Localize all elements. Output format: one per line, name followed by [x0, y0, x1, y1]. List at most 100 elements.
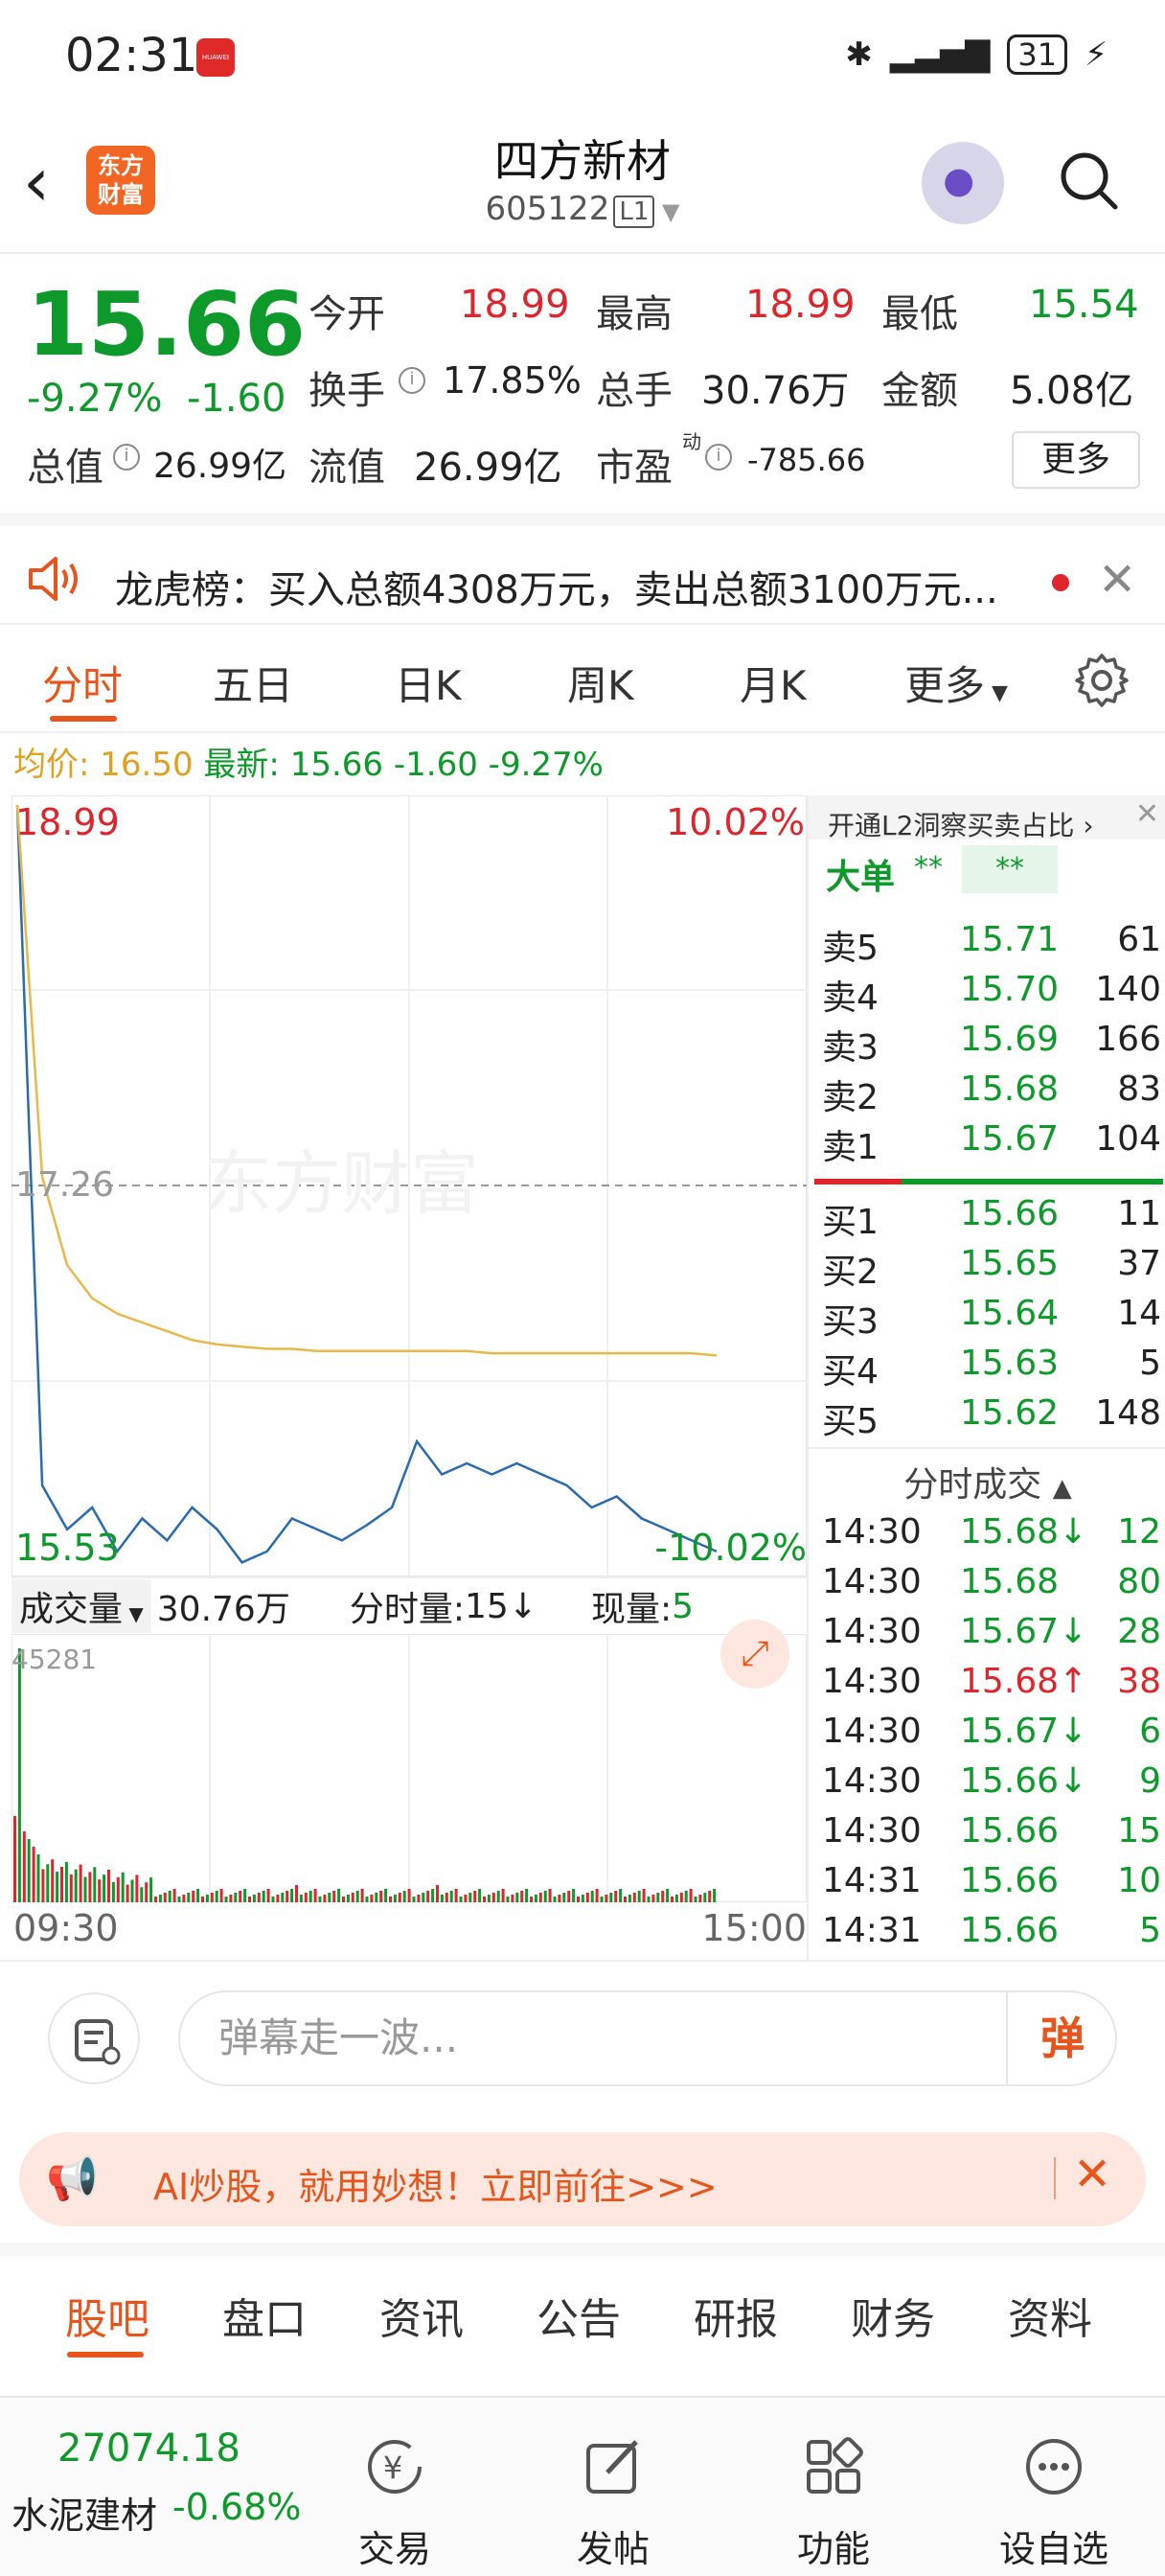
volume-bar: [590, 1891, 594, 1902]
expand-icon[interactable]: ⤢: [720, 1620, 789, 1689]
volume-bar: [543, 1891, 547, 1902]
tab-monthly-k[interactable]: 月K: [740, 654, 807, 712]
bid-row[interactable]: 买4 15.63 5: [818, 1344, 1163, 1393]
ask-row[interactable]: 卖3 15.69 166: [818, 1020, 1163, 1070]
close-icon[interactable]: ✕: [1135, 797, 1159, 831]
nav-post-label: 发帖: [576, 2528, 650, 2570]
volume-bar: [276, 1895, 280, 1902]
trade-time: 14:30: [822, 1612, 922, 1651]
send-danmaku-button[interactable]: 弹: [1006, 1990, 1117, 2086]
volume-bar: [609, 1893, 613, 1902]
volume-bar: [656, 1893, 660, 1902]
search-icon[interactable]: [1058, 150, 1119, 211]
bid-row[interactable]: 买3 15.64 14: [818, 1294, 1163, 1344]
tab-finance[interactable]: 财务: [851, 2285, 935, 2346]
trade-price: 15.66: [960, 1811, 1060, 1851]
notice-bar[interactable]: 龙虎榜：买入总额4308万元，卖出总额3100万元... ✕: [0, 513, 1165, 623]
bid-row[interactable]: 买1 15.66 11: [818, 1194, 1163, 1244]
settings-gear-icon[interactable]: [1073, 652, 1131, 709]
tab-intraday[interactable]: 分时: [42, 654, 123, 712]
trade-row: 14:31 15.66 5: [818, 1911, 1163, 1961]
trade-time: 14:31: [822, 1911, 922, 1950]
more-dots-icon: [1026, 2439, 1082, 2495]
volume-bar: [558, 1895, 561, 1902]
volume-bar: [459, 1897, 463, 1902]
svg-text:¥: ¥: [383, 2450, 402, 2486]
tab-research[interactable]: 研报: [694, 2285, 778, 2346]
bid-row[interactable]: 买2 15.65 37: [818, 1244, 1163, 1294]
volume-bar: [201, 1897, 204, 1902]
trade-price: 15.67↓: [960, 1612, 1088, 1651]
volume-bar: [248, 1897, 251, 1902]
divider: [1054, 2157, 1056, 2199]
volume-bar: [158, 1895, 162, 1902]
close-icon[interactable]: ✕: [1073, 2148, 1111, 2201]
l2-promo[interactable]: 开通L2洞察买卖占比 ›: [809, 795, 1165, 841]
nav-add-watchlist[interactable]: 设自选: [977, 2436, 1131, 2572]
volume-bar: [679, 1893, 683, 1902]
app-notification-icon: HUAWEI: [196, 38, 235, 77]
volume-bar: [88, 1872, 92, 1902]
info-icon[interactable]: i: [113, 444, 140, 471]
tab-announcements[interactable]: 公告: [537, 2285, 621, 2346]
danmaku-input[interactable]: 弹幕走一波...: [178, 1990, 1117, 2086]
robot-assistant-icon[interactable]: [922, 142, 1004, 224]
volume-bar: [262, 1891, 265, 1902]
notice-text: 龙虎榜：买入总额4308万元，卖出总额3100万元...: [115, 568, 998, 612]
nav-functions[interactable]: 功能: [757, 2436, 910, 2572]
last-value: 15.66: [289, 746, 384, 784]
volume-bar: [121, 1872, 125, 1902]
info-icon[interactable]: i: [705, 444, 732, 471]
more-button[interactable]: 更多: [1012, 431, 1140, 489]
ask-row[interactable]: 卖5 15.71 61: [818, 920, 1163, 970]
nav-trade[interactable]: ¥ 交易: [318, 2436, 471, 2572]
volume-bar: [98, 1879, 102, 1902]
volume-indicator-selector[interactable]: 成交量 ▼: [11, 1579, 151, 1633]
volume-bar: [308, 1891, 312, 1902]
ask-row[interactable]: 卖2 15.68 83: [818, 1070, 1163, 1119]
bid-label: 买3: [822, 1302, 879, 1342]
volume-bar: [595, 1889, 599, 1902]
trade-row: 14:30 15.67↓ 28: [818, 1612, 1163, 1662]
intraday-chart[interactable]: 东方财富 18.99 10.02% 17.26 15.53 -10.02% 成交…: [11, 795, 807, 1960]
active-tab-indicator: [67, 2352, 144, 2358]
tab-news[interactable]: 资讯: [379, 2285, 464, 2346]
volume-bar: [163, 1893, 167, 1902]
volume-bar: [538, 1893, 542, 1902]
close-icon[interactable]: ✕: [1098, 553, 1136, 607]
volume-label: 成交量: [19, 1590, 124, 1629]
price-change: -9.27% -1.60: [27, 377, 286, 421]
mktcap-value: 26.99亿: [153, 447, 287, 486]
avg-value: 16.50: [100, 746, 194, 784]
volume-bar: [534, 1895, 537, 1902]
volume-bar: [83, 1876, 87, 1902]
volume-bar: [464, 1895, 468, 1902]
nav-post[interactable]: 发帖: [537, 2436, 690, 2572]
volume-bar: [581, 1895, 584, 1902]
y-mid-label: 17.26: [15, 1165, 115, 1205]
danmaku-settings-icon[interactable]: [48, 1992, 140, 2084]
tab-pankou[interactable]: 盘口: [222, 2285, 307, 2346]
info-icon[interactable]: i: [399, 367, 425, 394]
trades-header[interactable]: 分时成交 ▲: [809, 1457, 1165, 1506]
ask-row[interactable]: 卖1 15.67 104: [818, 1119, 1163, 1169]
dropdown-icon: ▼: [985, 681, 1008, 705]
trade-volume: 10: [1117, 1861, 1161, 1900]
amount-value: 5.08亿: [1010, 369, 1134, 413]
tab-five-day[interactable]: 五日: [213, 654, 293, 712]
tab-profile[interactable]: 资料: [1008, 2285, 1092, 2346]
volume-bar: [577, 1897, 580, 1902]
tab-daily-k[interactable]: 日K: [395, 654, 462, 712]
last-change-pct: -9.27%: [488, 746, 604, 784]
ai-promo-bar[interactable]: 📢 AI炒股，就用妙想！立即前往>>> ✕: [19, 2132, 1146, 2226]
status-icons: ✱ ▂▃▅▇ 31 ⚡: [845, 34, 1108, 75]
avg-label: 均价:: [13, 746, 90, 784]
bid-row[interactable]: 买5 15.62 148: [818, 1393, 1163, 1443]
sector-index[interactable]: 27074.18 水泥建材 -0.68%: [0, 2398, 316, 2576]
tab-weekly-k[interactable]: 周K: [567, 654, 634, 712]
tab-more[interactable]: 更多 ▼: [904, 654, 1008, 712]
volume-bar: [74, 1869, 78, 1902]
ask-row[interactable]: 卖4 15.70 140: [818, 970, 1163, 1020]
volume-bar: [41, 1869, 45, 1902]
tab-guba[interactable]: 股吧: [65, 2285, 149, 2346]
